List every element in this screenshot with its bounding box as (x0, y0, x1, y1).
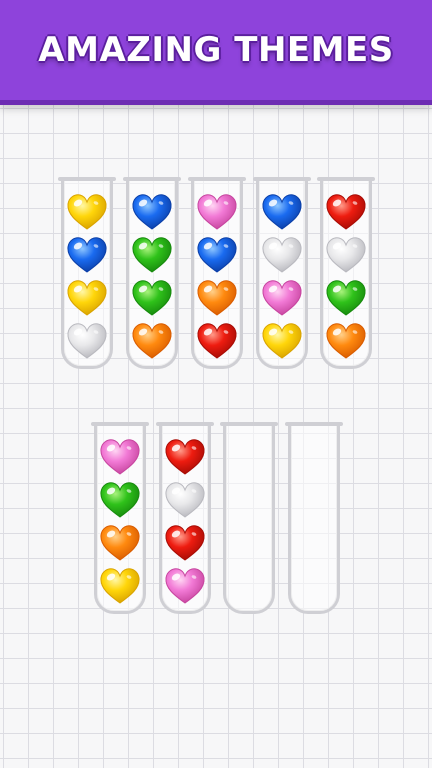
heart-icon (197, 237, 237, 273)
white-heart-ball[interactable] (164, 481, 206, 519)
heart-icon (100, 482, 140, 518)
yellow-heart-ball[interactable] (66, 279, 108, 317)
tube-2[interactable] (123, 177, 181, 369)
heart-icon (100, 568, 140, 604)
orange-heart-ball[interactable] (325, 322, 367, 360)
tube-8[interactable] (220, 422, 278, 614)
red-heart-ball[interactable] (164, 438, 206, 476)
tube-5[interactable] (317, 177, 375, 369)
red-heart-ball[interactable] (325, 193, 367, 231)
heart-icon (165, 568, 205, 604)
tube-4[interactable] (253, 177, 311, 369)
blue-heart-ball[interactable] (131, 193, 173, 231)
pink-heart-ball[interactable] (261, 279, 303, 317)
heart-icon (67, 280, 107, 316)
heart-icon (197, 194, 237, 230)
heart-icon (326, 280, 366, 316)
blue-heart-ball[interactable] (66, 236, 108, 274)
heart-icon (165, 439, 205, 475)
heart-icon (67, 194, 107, 230)
heart-icon (262, 194, 302, 230)
orange-heart-ball[interactable] (131, 322, 173, 360)
heart-icon (165, 482, 205, 518)
tube-9[interactable] (285, 422, 343, 614)
green-heart-ball[interactable] (99, 481, 141, 519)
heart-icon (132, 237, 172, 273)
tube-3[interactable] (188, 177, 246, 369)
green-heart-ball[interactable] (131, 279, 173, 317)
heart-icon (132, 323, 172, 359)
header-banner: AMAZING THEMES (0, 0, 432, 100)
heart-icon (197, 323, 237, 359)
heart-icon (132, 194, 172, 230)
blue-heart-ball[interactable] (196, 236, 238, 274)
heart-icon (100, 439, 140, 475)
heart-icon (326, 323, 366, 359)
yellow-heart-ball[interactable] (261, 322, 303, 360)
pink-heart-ball[interactable] (164, 567, 206, 605)
heart-icon (67, 237, 107, 273)
pink-heart-ball[interactable] (196, 193, 238, 231)
banner-title: AMAZING THEMES (38, 30, 394, 70)
orange-heart-ball[interactable] (99, 524, 141, 562)
yellow-heart-ball[interactable] (66, 193, 108, 231)
tube-6[interactable] (91, 422, 149, 614)
heart-icon (132, 280, 172, 316)
heart-icon (100, 525, 140, 561)
green-heart-ball[interactable] (325, 279, 367, 317)
red-heart-ball[interactable] (164, 524, 206, 562)
heart-icon (262, 323, 302, 359)
heart-icon (165, 525, 205, 561)
heart-icon (197, 280, 237, 316)
tube-1[interactable] (58, 177, 116, 369)
white-heart-ball[interactable] (66, 322, 108, 360)
orange-heart-ball[interactable] (196, 279, 238, 317)
blue-heart-ball[interactable] (261, 193, 303, 231)
red-heart-ball[interactable] (196, 322, 238, 360)
pink-heart-ball[interactable] (99, 438, 141, 476)
heart-icon (262, 237, 302, 273)
heart-icon (262, 280, 302, 316)
white-heart-ball[interactable] (261, 236, 303, 274)
yellow-heart-ball[interactable] (99, 567, 141, 605)
green-heart-ball[interactable] (131, 236, 173, 274)
tube-7[interactable] (156, 422, 214, 614)
white-heart-ball[interactable] (325, 236, 367, 274)
heart-icon (326, 237, 366, 273)
heart-icon (67, 323, 107, 359)
heart-icon (326, 194, 366, 230)
